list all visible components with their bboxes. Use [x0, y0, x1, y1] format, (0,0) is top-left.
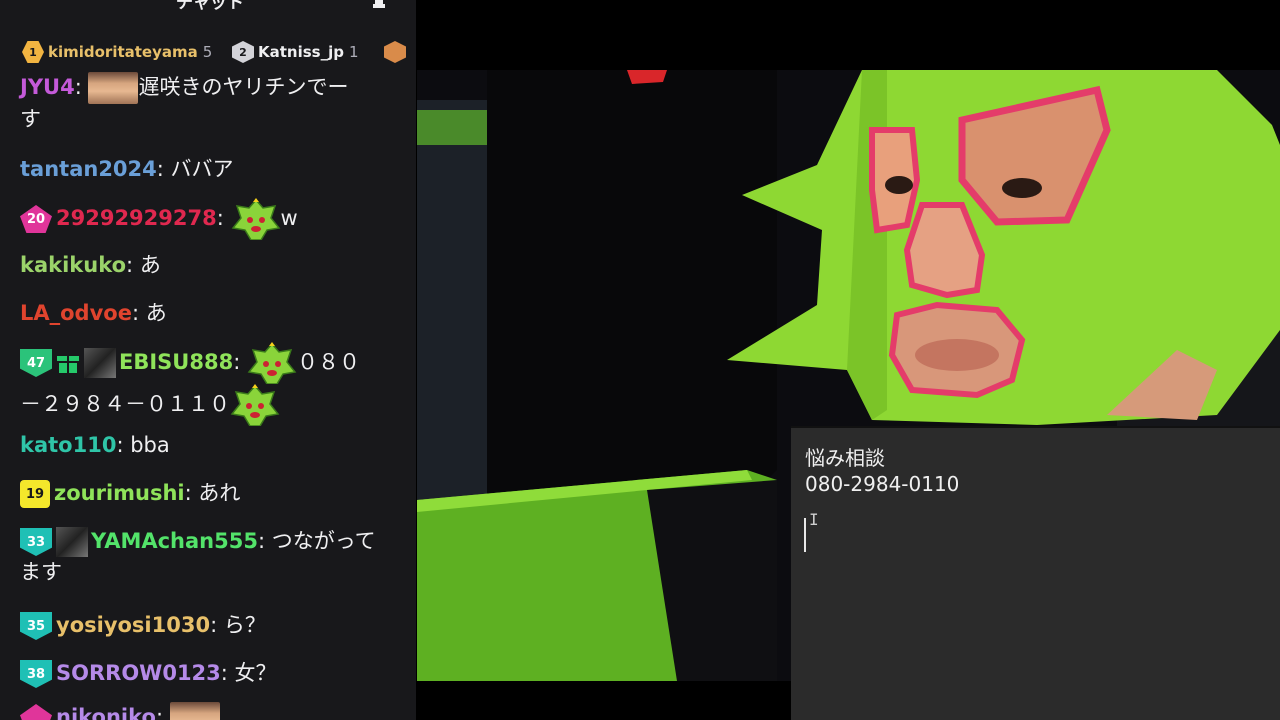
face-emote	[88, 72, 139, 104]
chat-message-text: あ	[145, 301, 167, 325]
chat-message-text: あ	[139, 253, 161, 277]
leaderboard-entry-partial[interactable]	[384, 38, 410, 66]
green-monster-emote	[247, 342, 297, 384]
leaderboard: 1 kimidoritateyama 5 2 Katniss_jp 1	[0, 38, 416, 68]
chat-title: チャット	[176, 0, 244, 13]
chat-username[interactable]: tantan2024	[20, 157, 157, 181]
chat-message: 35 yosiyosi1030: ら？	[20, 610, 390, 641]
memo-text-window[interactable]: 悩み相談 080-2984-0110 I	[791, 426, 1280, 720]
chat-message-text: つながって	[271, 529, 376, 553]
chat-message-text: 女？	[234, 661, 277, 685]
chat-message-text: ら？	[223, 613, 266, 637]
subscriber-badge: 35	[20, 612, 52, 640]
subscriber-badge	[20, 704, 52, 720]
leaderboard-entry[interactable]: 2 Katniss_jp 1	[232, 38, 359, 66]
chat-message-text: ０８０	[296, 350, 360, 374]
chat-message-text: ババア	[170, 157, 234, 181]
memo-phone-text: 080-2984-0110	[805, 472, 960, 496]
chat-username[interactable]: 29292929278	[56, 206, 217, 230]
subscriber-badge: 19	[20, 480, 50, 508]
leaderboard-name: Katniss_jp	[258, 43, 344, 61]
chat-panel: チャット 1 kimidoritateyama 5 2 Katniss_jp 1…	[0, 0, 416, 720]
leaderboard-name: kimidoritateyama	[48, 43, 198, 61]
chat-message: tantan2024: ババア	[20, 157, 234, 181]
leaderboard-count: 5	[202, 43, 213, 61]
chat-message: kato110: bba	[20, 433, 170, 457]
chat-username[interactable]: LA_odvoe	[20, 301, 132, 325]
rank-1-badge: 1	[22, 41, 44, 63]
chat-header: チャット	[0, 0, 416, 18]
chat-message: 47 EBISU888: ０８０ －２９８４－０１１０	[20, 342, 390, 426]
subscriber-badge: 33	[20, 528, 52, 556]
chat-username[interactable]: nikoniko	[56, 705, 156, 720]
chat-message: JYU4: 遅咲きのヤリチンでー す	[20, 72, 390, 135]
chat-message-text: す	[20, 107, 41, 131]
chat-message-text: w	[280, 206, 298, 230]
text-caret	[804, 518, 806, 552]
green-monster-emote	[230, 384, 280, 426]
chat-message: 20 29292929278: w	[20, 198, 390, 240]
chat-username[interactable]: SORROW0123	[56, 661, 221, 685]
subscriber-badge: 20	[20, 205, 52, 233]
chat-username[interactable]: zourimushi	[54, 481, 185, 505]
chat-message-text: －２９８４－０１１０	[20, 392, 230, 416]
leaderboard-count: 1	[348, 43, 359, 61]
chat-message-text: bba	[130, 433, 170, 457]
subscriber-badge: 47	[20, 349, 52, 377]
chat-message-partial: nikoniko:	[20, 702, 390, 720]
gift-badge-icon	[57, 356, 79, 373]
rank-3-badge	[384, 41, 406, 63]
chat-username[interactable]: JYU4	[20, 75, 75, 99]
chat-message: 19 zourimushi: あれ	[20, 478, 390, 509]
memo-title-text: 悩み相談	[805, 446, 885, 470]
leaderboard-entry[interactable]: 1 kimidoritateyama 5	[22, 38, 212, 66]
rank-2-badge: 2	[232, 41, 254, 63]
chat-username[interactable]: EBISU888	[119, 350, 233, 374]
chat-username[interactable]: kato110	[20, 433, 116, 457]
user-avatar-badge	[56, 527, 88, 557]
face-emote	[169, 702, 220, 720]
user-list-icon[interactable]	[370, 0, 388, 8]
chat-message: 33 YAMAchan555: つながって ます	[20, 527, 376, 584]
chat-message-text: ます	[20, 560, 62, 584]
chat-username[interactable]: YAMAchan555	[91, 529, 258, 553]
subscriber-badge: 38	[20, 660, 52, 688]
chat-message: kakikuko: あ	[20, 253, 161, 277]
chat-message: LA_odvoe: あ	[20, 301, 167, 325]
user-avatar-badge	[84, 348, 116, 378]
green-monster-emote	[231, 198, 280, 240]
ibeam-cursor-icon: I	[809, 510, 819, 529]
chat-message-text: 遅咲きのヤリチンでー	[138, 75, 349, 99]
chat-username[interactable]: kakikuko	[20, 253, 126, 277]
chat-message: 38 SORROW0123: 女？	[20, 658, 390, 689]
chat-username[interactable]: yosiyosi1030	[56, 613, 210, 637]
chat-message-text: あれ	[198, 481, 241, 505]
